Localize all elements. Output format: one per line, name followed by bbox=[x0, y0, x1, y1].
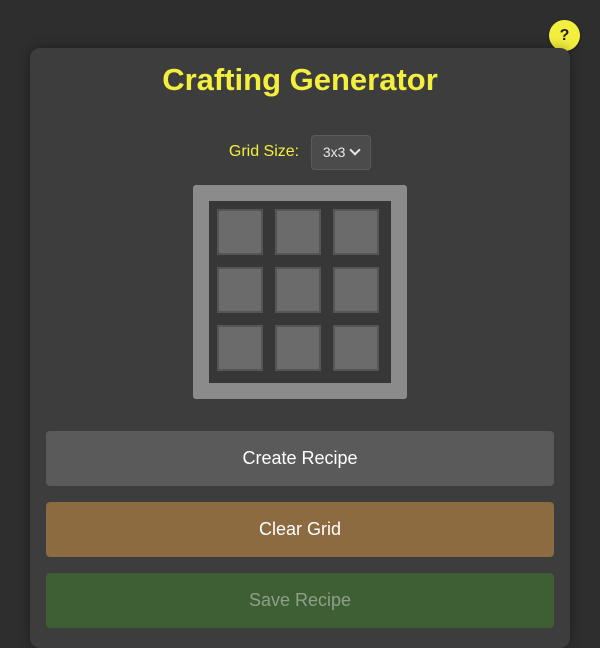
crafting-slot[interactable] bbox=[275, 325, 321, 371]
crafting-grid bbox=[193, 185, 407, 399]
grid-size-value: 3x3 bbox=[322, 144, 346, 160]
crafting-slot[interactable] bbox=[333, 325, 379, 371]
save-recipe-button[interactable]: Save Recipe bbox=[46, 573, 554, 628]
clear-grid-button[interactable]: Clear Grid bbox=[46, 502, 554, 557]
crafting-grid-inner bbox=[209, 201, 391, 383]
question-mark-icon: ? bbox=[559, 26, 570, 44]
chevron-down-icon bbox=[349, 144, 362, 156]
help-button[interactable]: ? bbox=[549, 20, 580, 51]
create-recipe-button[interactable]: Create Recipe bbox=[46, 431, 554, 486]
crafting-slot[interactable] bbox=[275, 267, 321, 313]
grid-size-row: Grid Size: 3x3 bbox=[30, 134, 570, 170]
crafting-slot[interactable] bbox=[275, 209, 321, 255]
crafting-slot[interactable] bbox=[217, 325, 263, 371]
crafting-slot[interactable] bbox=[333, 209, 379, 255]
crafting-slot[interactable] bbox=[217, 267, 263, 313]
grid-size-select[interactable]: 3x3 bbox=[311, 134, 372, 170]
grid-size-label: Grid Size: bbox=[228, 143, 300, 160]
crafting-slot[interactable] bbox=[217, 209, 263, 255]
page-title: Crafting Generator bbox=[162, 62, 438, 97]
crafting-panel: Crafting Generator Grid Size: 3x3 Create… bbox=[30, 48, 570, 648]
crafting-slot[interactable] bbox=[333, 267, 379, 313]
